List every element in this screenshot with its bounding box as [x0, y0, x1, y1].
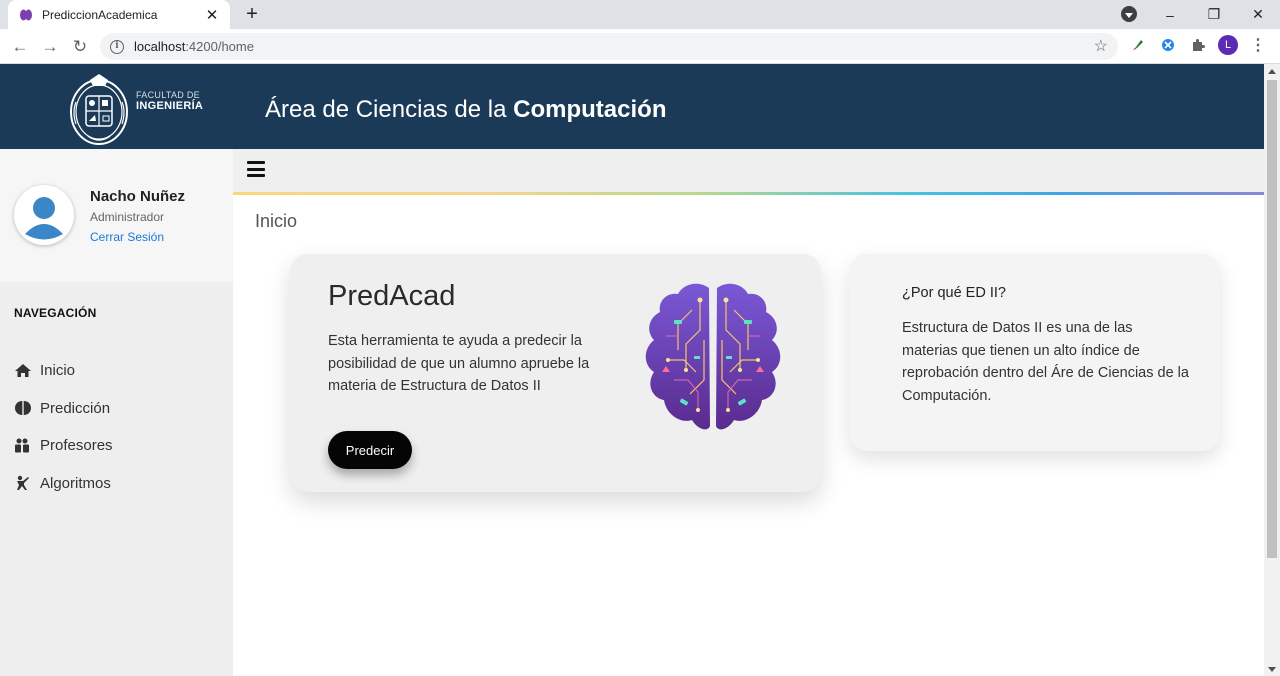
browser-toolbar: ← → ↻ i localhost:4200/home ☆ L ⋮: [0, 29, 1280, 64]
users-icon: [14, 438, 34, 453]
content-toolbar: [233, 149, 1264, 192]
site-title-regular: Área de Ciencias de la: [265, 96, 507, 123]
close-window-button[interactable]: ✕: [1236, 6, 1280, 23]
sidebar-item-algoritmos[interactable]: Algoritmos: [14, 465, 113, 503]
logo-line2: INGENIERÍA: [136, 100, 204, 112]
logout-link[interactable]: Cerrar Sesión: [90, 230, 164, 244]
main-content: Inicio PredAcad Esta herramienta te ayud…: [233, 149, 1264, 676]
extension-globe-icon[interactable]: [1158, 35, 1178, 55]
sidebar-item-prediccion[interactable]: Predicción: [14, 390, 113, 428]
back-icon[interactable]: ←: [8, 35, 32, 59]
brain-icon: [14, 400, 34, 416]
site-title: Área de Ciencias de la Computación: [265, 96, 666, 124]
browser-tab[interactable]: PrediccionAcademica ✕: [8, 0, 230, 29]
sidebar-item-label: Algoritmos: [40, 474, 111, 492]
home-icon: [14, 363, 34, 378]
sidebar: Nacho Nuñez Administrador Cerrar Sesión …: [0, 149, 233, 676]
menu-kebab-icon[interactable]: ⋮: [1248, 35, 1268, 55]
page-scrollbar[interactable]: [1264, 64, 1280, 676]
forward-icon[interactable]: →: [38, 35, 62, 59]
address-bar[interactable]: i localhost:4200/home ☆: [100, 33, 1118, 60]
sidebar-item-inicio[interactable]: Inicio: [14, 352, 113, 390]
minimize-button[interactable]: –: [1148, 7, 1192, 23]
breadcrumb: Inicio: [255, 211, 298, 231]
circuit-brain-illustration: [638, 280, 788, 435]
why-ed2-card: ¿Por qué ED II? Estructura de Datos II e…: [849, 254, 1220, 451]
url-text: localhost:4200/home: [134, 39, 254, 54]
sidebar-item-label: Predicción: [40, 399, 111, 417]
card-description: Esta herramienta te ayuda a predecir la …: [328, 333, 590, 394]
extensions-puzzle-icon[interactable]: [1188, 35, 1208, 55]
tab-title: PrediccionAcademica: [42, 7, 158, 22]
profile-avatar[interactable]: L: [1218, 35, 1238, 55]
close-tab-icon[interactable]: ✕: [204, 6, 220, 24]
scroll-down-icon[interactable]: [1268, 667, 1276, 672]
sidebar-item-label: Profesores: [40, 437, 113, 455]
reload-icon[interactable]: ↻: [68, 35, 92, 59]
info-icon[interactable]: i: [110, 39, 124, 54]
brain-favicon-icon: [18, 7, 34, 23]
logo-line1: FACULTAD DE: [136, 90, 200, 100]
restore-button[interactable]: ❐: [1192, 6, 1236, 23]
extensions-area: L ⋮: [1128, 35, 1268, 55]
user-role: Administrador: [90, 210, 165, 224]
faculty-logo-text: FACULTAD DE INGENIERÍA: [136, 91, 203, 112]
side-card-title: ¿Por qué ED II?: [902, 285, 1006, 301]
predacad-card: PredAcad Esta herramienta te ayuda a pre…: [290, 254, 821, 492]
window-controls: – ❐ ✕: [1148, 0, 1280, 29]
browser-tabbar: PrediccionAcademica ✕ + – ❐ ✕: [0, 0, 1280, 29]
scroll-up-icon[interactable]: [1268, 69, 1276, 74]
hamburger-menu-icon[interactable]: [247, 161, 265, 177]
new-tab-button[interactable]: +: [240, 2, 264, 26]
nav-list: Inicio Predicción Profesores Algoritmos: [14, 352, 113, 502]
predecir-button[interactable]: Predecir: [328, 431, 412, 469]
user-name: Nacho Nuñez: [90, 188, 186, 205]
top-header: FACULTAD DE INGENIERÍA Área de Ciencias …: [0, 64, 1264, 149]
sidebar-item-label: Inicio: [40, 362, 76, 380]
bookmark-star-icon[interactable]: ☆: [1094, 36, 1108, 56]
nav-heading: NAVEGACIÓN: [14, 306, 97, 320]
scroll-thumb[interactable]: [1267, 80, 1277, 558]
page: FACULTAD DE INGENIERÍA Área de Ciencias …: [0, 64, 1264, 676]
side-card-text: Estructura de Datos II es una de las mat…: [902, 320, 1189, 404]
faculty-seal-logo: [68, 72, 130, 146]
site-title-bold: Computación: [513, 96, 667, 123]
gradient-divider: [233, 192, 1264, 195]
card-title: PredAcad: [328, 280, 456, 312]
user-panel: Nacho Nuñez Administrador Cerrar Sesión: [0, 149, 233, 282]
extension-pen-icon[interactable]: [1128, 35, 1148, 55]
user-avatar: [14, 185, 74, 245]
sidebar-item-profesores[interactable]: Profesores: [14, 427, 113, 465]
tab-search-icon[interactable]: [1121, 6, 1137, 22]
person-chalkboard-icon: [14, 475, 34, 491]
